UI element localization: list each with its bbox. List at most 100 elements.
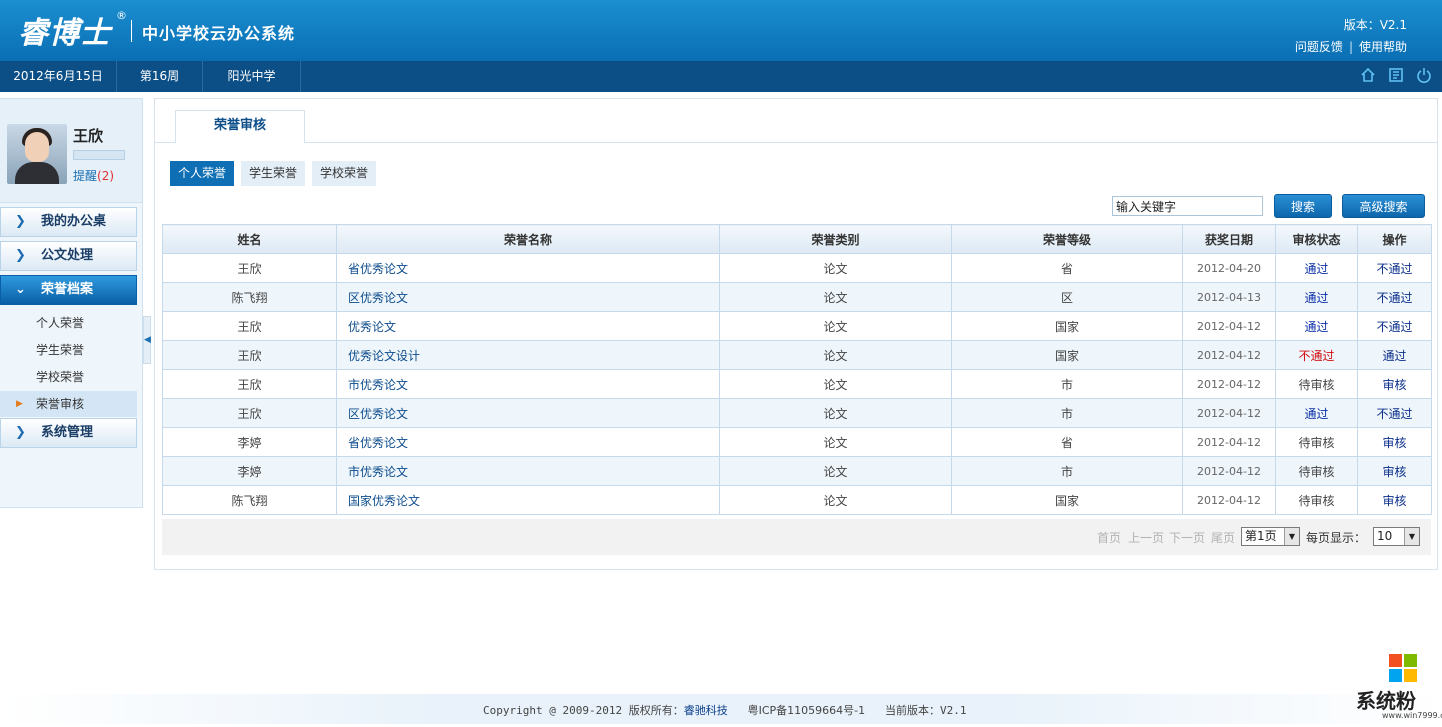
remind-count: (2) <box>97 169 115 183</box>
footer-text: Copyright @ 2009-2012 版权所有：睿驰科技 粤ICP备110… <box>483 702 966 718</box>
pager-first[interactable]: 首页 <box>1097 529 1121 546</box>
pager-prev[interactable]: 上一页 <box>1128 529 1164 546</box>
cell-honor-title-link-text[interactable]: 区优秀论文 <box>348 291 408 305</box>
cell-action-link[interactable]: 审核 <box>1357 485 1432 515</box>
cell-action-link-text[interactable]: 通过 <box>1382 349 1406 363</box>
cell-name: 李婷 <box>162 456 337 486</box>
dropdown-arrow-icon: ▼ <box>1404 528 1419 545</box>
cell-action-link[interactable]: 审核 <box>1357 369 1432 399</box>
cell-action-link-text[interactable]: 审核 <box>1382 494 1406 508</box>
col-header-level[interactable]: 荣誉等级 <box>951 224 1183 254</box>
submenu-student-honor[interactable]: 学生荣誉 <box>0 337 137 363</box>
cell-honor-title-link-text[interactable]: 区优秀论文 <box>348 407 408 421</box>
cell-honor-title-link-text[interactable]: 国家优秀论文 <box>348 494 420 508</box>
sidebar-collapse-handle[interactable]: ◀ <box>143 316 151 364</box>
pager-next[interactable]: 下一页 <box>1169 529 1205 546</box>
cell-action-link-text[interactable]: 不通过 <box>1376 320 1412 334</box>
per-page-select[interactable]: 10 ▼ <box>1373 527 1420 546</box>
menu-honor-archive[interactable]: ⌄ 荣誉档案 <box>0 275 137 305</box>
menu-my-desk[interactable]: ❯ 我的办公桌 <box>0 207 137 237</box>
owner-label: 版权所有： <box>628 704 684 717</box>
cell-honor-title-link[interactable]: 国家优秀论文 <box>336 485 720 515</box>
cell-honor-title-link[interactable]: 区优秀论文 <box>336 398 720 428</box>
cell-action-link[interactable]: 不通过 <box>1357 398 1432 428</box>
cell-honor-title-link-text[interactable]: 优秀论文 <box>348 320 396 334</box>
book-icon[interactable] <box>1388 67 1404 85</box>
cell-level: 市 <box>951 456 1183 486</box>
help-link[interactable]: 使用帮助 <box>1359 40 1407 54</box>
col-header-date[interactable]: 获奖日期 <box>1182 224 1276 254</box>
cell-level: 国家 <box>951 311 1183 341</box>
cell-action-link-text[interactable]: 审核 <box>1382 436 1406 450</box>
cell-action-link-text[interactable]: 不通过 <box>1376 407 1412 421</box>
col-header-status[interactable]: 审核状态 <box>1275 224 1358 254</box>
cell-honor-title-link-text[interactable]: 省优秀论文 <box>348 262 408 276</box>
cell-action-link[interactable]: 不通过 <box>1357 253 1432 283</box>
col-header-category[interactable]: 荣誉类别 <box>719 224 952 254</box>
remind-link[interactable]: 提醒(2) <box>73 167 114 184</box>
cell-honor-title-link[interactable]: 区优秀论文 <box>336 282 720 312</box>
search-input[interactable] <box>1112 196 1263 216</box>
cell-category: 论文 <box>719 340 952 370</box>
cell-honor-title-link-text[interactable]: 省优秀论文 <box>348 436 408 450</box>
home-icon[interactable] <box>1360 67 1376 85</box>
cell-category: 论文 <box>719 253 952 283</box>
submenu-school-honor[interactable]: 学校荣誉 <box>0 364 137 390</box>
cell-honor-title-link[interactable]: 省优秀论文 <box>336 427 720 457</box>
cell-honor-title-link[interactable]: 优秀论文设计 <box>336 340 720 370</box>
tab-honor-review[interactable]: 荣誉审核 <box>175 110 305 143</box>
cell-honor-title-link[interactable]: 市优秀论文 <box>336 369 720 399</box>
cell-level-text: 市 <box>1060 464 1073 479</box>
menu-system-admin[interactable]: ❯ 系统管理 <box>0 418 137 448</box>
table-row: 王欣 省优秀论文 论文 省 2012-04-20 通过 不通过 <box>162 253 1432 283</box>
page-select[interactable]: 第1页 ▼ <box>1241 527 1300 546</box>
feedback-link[interactable]: 问题反馈 <box>1295 40 1343 54</box>
power-icon[interactable] <box>1416 67 1432 85</box>
cell-action-link-text[interactable]: 不通过 <box>1376 262 1412 276</box>
menu-documents[interactable]: ❯ 公文处理 <box>0 241 137 271</box>
cell-category-text: 论文 <box>823 290 848 305</box>
cell-level-text: 市 <box>1060 406 1073 421</box>
subtab-student-honor[interactable]: 学生荣誉 <box>241 161 306 186</box>
cell-status-text: 待审核 <box>1298 377 1335 392</box>
cell-date-text: 2012-04-12 <box>1197 493 1261 507</box>
owner-link[interactable]: 睿驰科技 <box>684 704 728 717</box>
subtab-school-honor[interactable]: 学校荣誉 <box>312 161 377 186</box>
cell-date-text: 2012-04-12 <box>1197 319 1261 333</box>
cell-honor-title-link[interactable]: 市优秀论文 <box>336 456 720 486</box>
cell-level-text: 省 <box>1060 435 1073 450</box>
advanced-search-button[interactable]: 高级搜索 <box>1342 194 1425 218</box>
cell-action-link[interactable]: 审核 <box>1357 427 1432 457</box>
cell-action-link-text[interactable]: 不通过 <box>1376 291 1412 305</box>
cell-honor-title-link[interactable]: 优秀论文 <box>336 311 720 341</box>
cell-category-text: 论文 <box>823 348 848 363</box>
col-header-title[interactable]: 荣誉名称 <box>336 224 720 254</box>
cell-honor-title-link-text[interactable]: 市优秀论文 <box>348 378 408 392</box>
cell-action-link[interactable]: 不通过 <box>1357 282 1432 312</box>
submenu-personal-honor[interactable]: 个人荣誉 <box>0 310 137 336</box>
cell-action-link[interactable]: 通过 <box>1357 340 1432 370</box>
cell-status-text: 待审核 <box>1298 464 1335 479</box>
submenu-honor-review[interactable]: ▶ 荣誉审核 <box>0 391 137 417</box>
cell-date: 2012-04-12 <box>1182 485 1276 515</box>
subtab-personal-honor[interactable]: 个人荣誉 <box>170 161 235 186</box>
cell-action-link-text[interactable]: 审核 <box>1382 378 1406 392</box>
cell-honor-title-link-text[interactable]: 市优秀论文 <box>348 465 408 479</box>
cell-status-text: 待审核 <box>1298 435 1335 450</box>
cell-action-link-text[interactable]: 审核 <box>1382 465 1406 479</box>
table-row: 王欣 区优秀论文 论文 市 2012-04-12 通过 不通过 <box>162 398 1432 428</box>
search-button[interactable]: 搜索 <box>1274 194 1332 218</box>
pager-last[interactable]: 尾页 <box>1211 529 1235 546</box>
col-header-name[interactable]: 姓名 <box>162 224 337 254</box>
cell-action-link[interactable]: 审核 <box>1357 456 1432 486</box>
cell-category-text: 论文 <box>823 435 848 450</box>
system-title: 中小学校云办公系统 <box>142 24 296 43</box>
cell-action-link[interactable]: 不通过 <box>1357 311 1432 341</box>
cell-honor-title-link-text[interactable]: 优秀论文设计 <box>348 349 420 363</box>
app-logo[interactable]: 睿博士 <box>18 8 111 52</box>
cell-status: 待审核 <box>1275 456 1358 486</box>
cell-honor-title-link[interactable]: 省优秀论文 <box>336 253 720 283</box>
cell-date: 2012-04-12 <box>1182 311 1276 341</box>
cell-category: 论文 <box>719 456 952 486</box>
app-header: 睿博士 ® 中小学校云办公系统 版本：V2.1 问题反馈 | 使用帮助 <box>0 0 1442 61</box>
